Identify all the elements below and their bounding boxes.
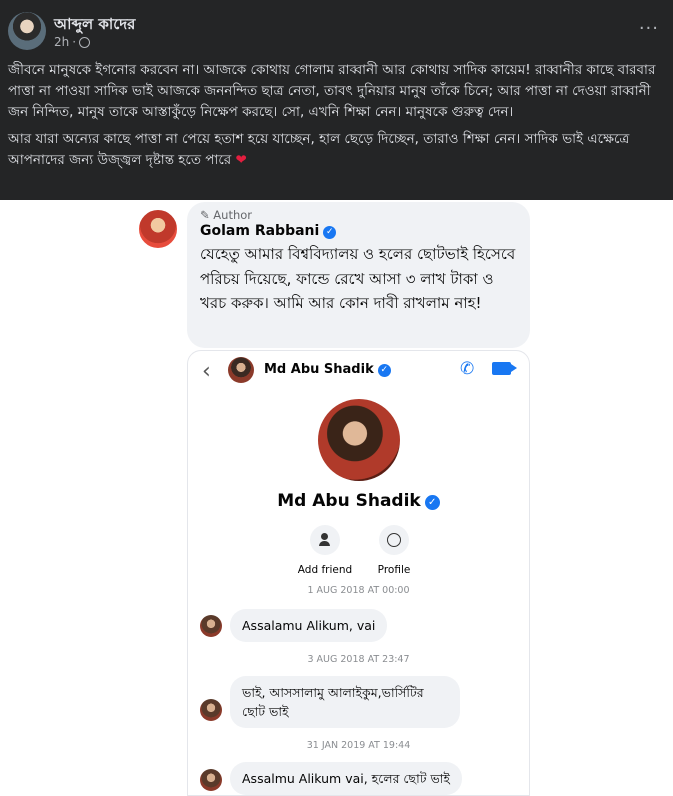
globe-icon[interactable] xyxy=(79,36,91,48)
author-avatar[interactable] xyxy=(8,12,46,50)
comment-author-avatar xyxy=(137,208,179,250)
comment-text: যেহেতু আমার বিশ্ববিদ্যালয় ও হলের ছোটভাই… xyxy=(200,245,516,312)
profile-icon xyxy=(379,525,409,555)
post-header: আব্দুল কাদের 2h · ··· xyxy=(0,0,673,58)
back-arrow-icon: ‹ xyxy=(202,359,211,384)
comment-bubble: ✎ Author Golam Rabbani ✓ যেহেতু আমার বিশ্… xyxy=(187,202,530,348)
post-paragraph-2: আর যারা অন্যের কাছে পাত্তা না পেয়ে হতাশ… xyxy=(8,129,664,171)
sender-avatar xyxy=(200,699,222,721)
shared-screenshot: ✎ Author Golam Rabbani ✓ যেহেতু আমার বিশ্… xyxy=(0,200,673,796)
heart-icon: ❤ xyxy=(235,152,247,168)
chat-verified-icon: ✓ xyxy=(377,364,391,377)
message-date: 3 AUG 2018 AT 23:47 xyxy=(307,654,410,665)
chat-title: Md Abu Shadik ✓ xyxy=(264,362,391,377)
add-friend-icon xyxy=(310,525,340,555)
phone-call-icon: ✆ xyxy=(460,359,475,379)
profile-action: Profile xyxy=(359,525,429,576)
message-date: 1 AUG 2018 AT 00:00 xyxy=(307,585,410,596)
messenger-screenshot: ‹ Md Abu Shadik ✓ ✆ Md Abu Shadik ✓ Add fr… xyxy=(187,350,530,796)
more-options-icon[interactable]: ··· xyxy=(639,18,659,39)
post-body: জীবনে মানুষকে ইগনোর করবেন না। আজকে কোথায… xyxy=(8,60,664,177)
message-bubble: Assalamu Alikum, vai xyxy=(230,609,388,642)
message-bubble: Assalmu Alikum vai, হলের ছোট ভাই xyxy=(230,762,462,795)
profile-label: Profile xyxy=(377,564,411,576)
author-tag: ✎ Author xyxy=(200,208,253,222)
comment-author-name-text: Golam Rabbani xyxy=(200,223,320,239)
sender-avatar xyxy=(200,769,222,791)
add-friend-action: Add friend xyxy=(290,525,360,576)
profile-picture xyxy=(318,399,400,481)
post-time[interactable]: 2h xyxy=(54,35,69,49)
profile-verified-icon: ✓ xyxy=(424,495,440,510)
post-paragraph-2-text: আর যারা অন্যের কাছে পাত্তা না পেয়ে হতাশ… xyxy=(8,131,630,168)
verified-badge-icon: ✓ xyxy=(323,226,337,239)
chat-avatar-small xyxy=(228,357,254,383)
profile-name: Md Abu Shadik ✓ xyxy=(188,491,529,511)
dot-separator: · xyxy=(72,35,77,49)
add-friend-label: Add friend xyxy=(297,564,353,576)
profile-name-text: Md Abu Shadik xyxy=(277,491,421,511)
video-call-icon xyxy=(492,362,517,375)
post-meta: 2h · xyxy=(54,35,91,49)
message-bubble: ভাই, আসসালামু আলাইকুম,ভার্সিটির ছোট ভাই xyxy=(230,676,460,728)
post-card: আব্দুল কাদের 2h · ··· জীবনে মানুষকে ইগনো… xyxy=(0,0,673,200)
post-paragraph-1: জীবনে মানুষকে ইগনোর করবেন না। আজকে কোথায… xyxy=(8,62,656,120)
chat-title-text: Md Abu Shadik xyxy=(264,362,374,377)
comment-author-name: Golam Rabbani ✓ xyxy=(200,223,337,239)
message-date: 31 JAN 2019 AT 19:44 xyxy=(306,740,411,751)
sender-avatar xyxy=(200,615,222,637)
